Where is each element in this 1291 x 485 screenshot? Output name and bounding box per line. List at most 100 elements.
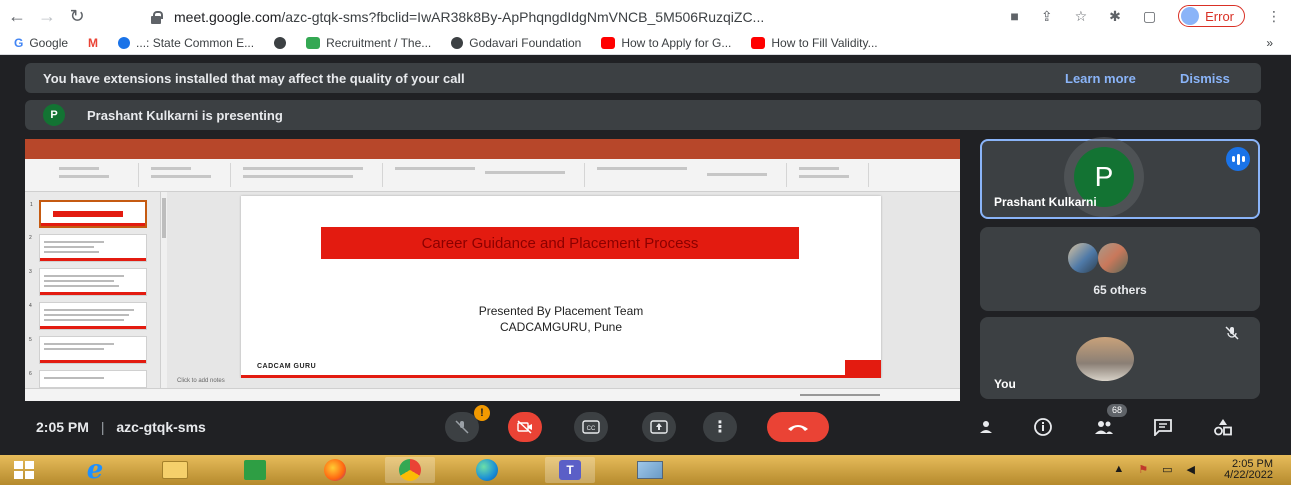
participant-avatar — [1098, 243, 1128, 273]
internet-explorer-icon[interactable]: e — [70, 455, 120, 485]
more-bookmarks-button[interactable]: » — [1266, 36, 1273, 50]
bookmark-godavari[interactable]: Godavari Foundation — [451, 36, 581, 50]
people-icon — [1095, 421, 1113, 434]
more-bookmarks-icon: » — [1266, 36, 1273, 50]
slide-thumbnail[interactable]: 2 — [29, 234, 147, 262]
extensions-icon[interactable]: ✱ — [1109, 8, 1121, 25]
more-options-button[interactable]: ⋮ — [703, 412, 737, 442]
chrome-icon[interactable] — [385, 457, 435, 483]
notes-pane[interactable]: Click to add notes — [167, 378, 960, 388]
slide-thumbnail[interactable]: 3 — [29, 268, 147, 296]
slide-thumbnail[interactable]: 6 — [29, 370, 147, 388]
bookmark-recruitment[interactable]: Recruitment / The... — [306, 36, 431, 50]
network-icon[interactable]: ▭ — [1162, 463, 1172, 476]
photos-icon[interactable] — [625, 457, 675, 483]
edge-icon[interactable] — [462, 457, 512, 483]
bookmarks-bar: G Google M ...: State Common E... Recrui… — [0, 32, 1291, 54]
self-tile[interactable]: You — [980, 317, 1260, 399]
bookmark-state-common[interactable]: ...: State Common E... — [118, 36, 254, 50]
store-icon[interactable] — [230, 457, 280, 483]
leave-call-button[interactable] — [767, 412, 829, 442]
thumb-number: 3 — [29, 269, 32, 275]
reload-icon[interactable]: ↻ — [64, 3, 90, 29]
start-button[interactable] — [2, 457, 46, 483]
presenting-bar: P Prashant Kulkarni is presenting — [25, 100, 1261, 130]
profile-error-button[interactable]: Error — [1178, 5, 1245, 27]
screen: ← → ↻ meet.google.com /azc-gtqk-sms?fbcl… — [0, 0, 1291, 485]
profile-error-label: Error — [1205, 8, 1234, 24]
share-icon[interactable]: ⇪ — [1041, 8, 1053, 25]
bookmark-github[interactable] — [274, 37, 287, 49]
cadcamguru-logo: CADCAM GURU — [257, 363, 317, 370]
powerpoint-statusbar — [25, 388, 960, 401]
bookmark-label: ...: State Common E... — [136, 36, 255, 50]
meeting-separator: | — [100, 419, 105, 435]
slide-thumbnail[interactable]: 4 — [29, 302, 147, 330]
others-avatars — [1068, 243, 1140, 273]
system-tray-clock[interactable]: 2:05 PM 4/22/2022 — [1224, 459, 1273, 481]
firefox-icon[interactable] — [310, 457, 360, 483]
presenter-tile[interactable]: P Prashant Kulkarni — [980, 137, 1260, 219]
thumb-number: 2 — [29, 235, 32, 241]
windows-taskbar: e T 2:05 PM 4/22/2022 ▲ ⚑ ▭ ◀ — [0, 455, 1291, 485]
mic-off-icon — [455, 420, 469, 434]
github-icon — [451, 37, 464, 49]
bookmark-google[interactable]: G Google — [14, 36, 68, 50]
browser-toolbar: ■ ⇪ ☆ ✱ ▢ Error ⋮ — [1010, 4, 1281, 28]
camera-off-icon — [517, 420, 532, 434]
ribbon-group — [385, 163, 585, 187]
tab-search-icon[interactable]: ▢ — [1143, 8, 1156, 25]
camera-blocked-icon[interactable]: ■ — [1010, 8, 1018, 24]
meeting-details: 2:05 PM | azc-gtqk-sms — [36, 419, 206, 435]
teams-icon[interactable]: T — [545, 457, 595, 483]
bookmark-label: Godavari Foundation — [469, 36, 582, 50]
slide-editor: Career Guidance and Placement Process Pr… — [167, 192, 960, 388]
activities-icon — [1214, 419, 1232, 436]
slide-title: Career Guidance and Placement Process — [421, 234, 699, 252]
youtube-icon — [601, 37, 616, 49]
bookmark-label: Recruitment / The... — [326, 36, 432, 50]
bookmark-star-icon[interactable]: ☆ — [1075, 8, 1088, 25]
windows-logo-icon — [14, 461, 34, 479]
presenting-text: Prashant Kulkarni is presenting — [87, 107, 283, 123]
bookmark-gmail[interactable]: M — [88, 36, 98, 50]
back-icon[interactable]: ← — [4, 3, 30, 29]
powerpoint-ribbon — [25, 159, 960, 192]
meeting-code: azc-gtqk-sms — [116, 419, 206, 435]
activities-button[interactable] — [1211, 415, 1235, 439]
meeting-info-button[interactable] — [1031, 415, 1055, 439]
zoom-slider[interactable] — [800, 394, 880, 396]
bookmark-how-to-fill[interactable]: How to Fill Validity... — [751, 36, 878, 50]
address-bar[interactable]: meet.google.com /azc-gtqk-sms?fbclid=IwA… — [150, 6, 930, 28]
lock-icon[interactable] — [150, 10, 163, 24]
meet-call: You have extensions installed that may a… — [0, 55, 1291, 455]
hang-up-icon — [788, 425, 808, 431]
menu-kebab-icon[interactable]: ⋮ — [1267, 8, 1281, 25]
present-screen-icon — [650, 420, 668, 434]
learn-more-link[interactable]: Learn more — [1065, 71, 1136, 86]
host-controls-button[interactable] — [974, 415, 998, 439]
github-icon — [274, 37, 287, 49]
tray-flag-icon[interactable]: ⚑ — [1138, 463, 1148, 476]
slide-thumbnail[interactable]: 1 — [30, 200, 147, 228]
people-button[interactable] — [1092, 415, 1116, 439]
taskbar-date: 4/22/2022 — [1224, 469, 1273, 481]
others-count: 65 others — [1093, 283, 1147, 297]
bookmark-how-to-apply[interactable]: How to Apply for G... — [601, 36, 731, 50]
camera-toggle-button[interactable] — [508, 412, 542, 442]
present-now-button[interactable] — [642, 412, 676, 442]
powerpoint-titlebar — [25, 139, 960, 149]
slide-thumbnails: 1 2 3 4 5 6 — [25, 192, 161, 388]
captions-button[interactable]: CC — [574, 412, 608, 442]
browser-chrome: ← → ↻ meet.google.com /azc-gtqk-sms?fbcl… — [0, 0, 1291, 55]
chat-button[interactable] — [1151, 415, 1175, 439]
volume-icon[interactable]: ◀ — [1187, 463, 1195, 476]
forward-icon[interactable]: → — [34, 3, 60, 29]
dismiss-button[interactable]: Dismiss — [1180, 71, 1230, 86]
shared-screen[interactable]: 1 2 3 4 5 6 Career Guidance and Placemen… — [25, 139, 960, 401]
tray-expand-icon[interactable]: ▲ — [1113, 463, 1124, 476]
file-explorer-icon[interactable] — [150, 457, 200, 483]
presenter-tile-name: Prashant Kulkarni — [994, 195, 1097, 209]
slide-thumbnail[interactable]: 5 — [29, 336, 147, 364]
others-tile[interactable]: 65 others — [980, 227, 1260, 311]
